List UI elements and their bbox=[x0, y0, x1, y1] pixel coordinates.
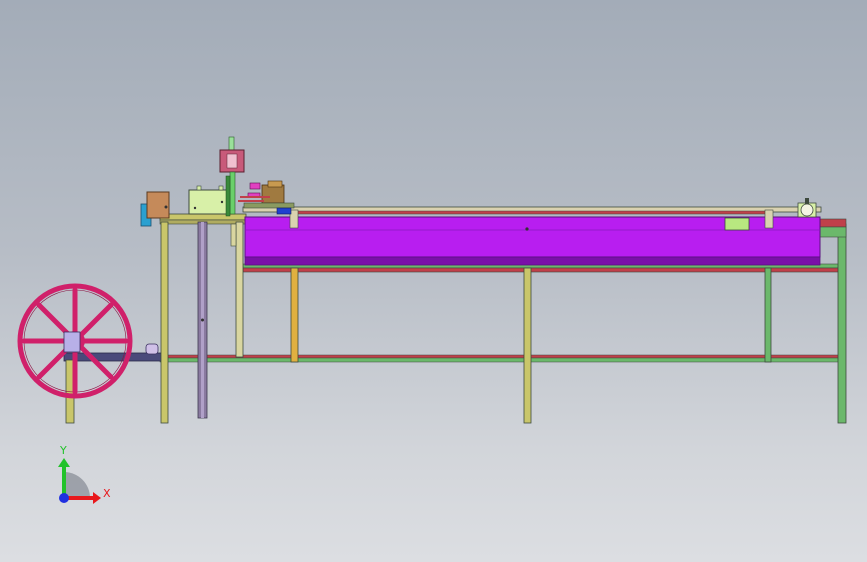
top-rail-inner bbox=[289, 210, 771, 215]
control-box[interactable] bbox=[188, 185, 232, 215]
tank-label-plate bbox=[724, 217, 750, 231]
feed-head-block bbox=[261, 184, 285, 204]
lift-column-pin bbox=[201, 318, 204, 322]
feed-head-blue bbox=[276, 207, 292, 215]
triad-rotation-arc bbox=[64, 472, 90, 498]
x-axis-arrow bbox=[93, 492, 101, 504]
reel-guide bbox=[145, 343, 159, 355]
control-box-screw bbox=[193, 206, 197, 210]
right-end-bracket bbox=[817, 218, 847, 228]
control-box-tab-1 bbox=[196, 185, 202, 191]
pay-off-reel[interactable] bbox=[17, 283, 159, 399]
cad-viewport[interactable]: Y X bbox=[0, 0, 867, 562]
right-end-bracket-2 bbox=[817, 226, 847, 238]
cylinder-slide bbox=[225, 175, 231, 217]
z-axis-dot bbox=[59, 493, 69, 503]
feed-head-base bbox=[243, 202, 295, 209]
feed-head-pink bbox=[249, 182, 261, 190]
end-roller-post bbox=[805, 198, 809, 204]
lower-stretcher-2 bbox=[159, 357, 841, 363]
under-tank-rail-2 bbox=[242, 267, 841, 273]
control-box-body bbox=[188, 189, 232, 215]
leg-3 bbox=[290, 267, 299, 363]
tank[interactable] bbox=[244, 209, 821, 266]
feed-head-top bbox=[267, 180, 283, 188]
tank-bottom bbox=[244, 256, 821, 266]
left-shelf bbox=[159, 213, 247, 221]
y-axis-arrow bbox=[58, 458, 70, 467]
leg-2 bbox=[235, 221, 244, 358]
reel-axle-plate bbox=[63, 331, 81, 353]
tank-bracket-right bbox=[764, 209, 774, 229]
cylinder-inner bbox=[226, 153, 238, 169]
lower-stretcher bbox=[159, 354, 841, 359]
cylinder-stop bbox=[230, 223, 237, 247]
cylinder-shaft bbox=[229, 171, 236, 215]
feed-head-guide bbox=[240, 196, 270, 198]
control-box-screw-2 bbox=[220, 200, 224, 204]
leg-5 bbox=[764, 267, 772, 363]
end-roller[interactable] bbox=[797, 198, 817, 218]
feed-head-guide-2 bbox=[238, 200, 264, 202]
leg-1 bbox=[160, 221, 169, 424]
x-axis-label: X bbox=[103, 487, 111, 500]
tank-drain bbox=[525, 227, 529, 231]
leg-4 bbox=[523, 267, 532, 424]
end-roller-wheel bbox=[800, 203, 814, 217]
y-axis-label: Y bbox=[59, 444, 67, 457]
control-box-tab-2 bbox=[218, 185, 224, 191]
motor-screw bbox=[164, 205, 168, 209]
leg-6 bbox=[837, 223, 847, 424]
coordinate-triad: Y X bbox=[58, 444, 111, 504]
motor-box bbox=[146, 191, 170, 219]
cylinder-rod bbox=[228, 136, 235, 152]
